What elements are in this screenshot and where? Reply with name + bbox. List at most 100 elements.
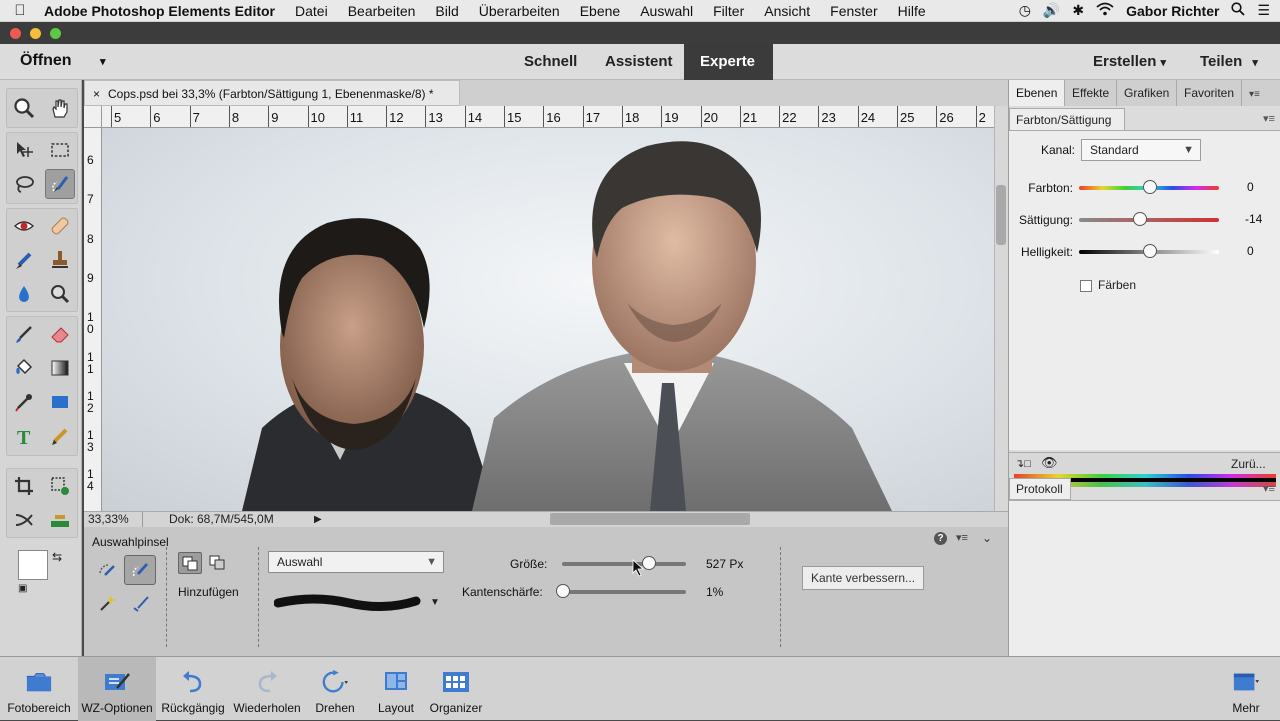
refine-selection-brush-icon[interactable] [126, 589, 156, 617]
vertical-scrollbar[interactable] [994, 106, 1008, 511]
straighten-tool-icon[interactable] [45, 505, 75, 535]
reset-button[interactable]: Zurü... [1231, 457, 1266, 471]
crop-tool-icon[interactable] [9, 471, 39, 501]
menu-ansicht[interactable]: Ansicht [754, 3, 820, 19]
swap-colors-icon[interactable]: ⇆ [52, 550, 62, 564]
rotate-button[interactable]: Drehen [306, 657, 364, 721]
share-button[interactable]: Teilen ▾ [1200, 53, 1258, 70]
shape-tool-icon[interactable] [45, 387, 75, 417]
history-menu-icon[interactable]: ▾≡ [1263, 482, 1275, 495]
content-aware-move-icon[interactable] [9, 505, 39, 535]
type-tool-icon[interactable]: T [9, 421, 39, 451]
clone-stamp-icon[interactable] [45, 245, 75, 275]
tab-schnell[interactable]: Schnell [508, 44, 593, 80]
selection-brush-icon[interactable] [45, 169, 75, 199]
zoom-window-icon[interactable] [50, 28, 61, 39]
layout-button[interactable]: Layout [370, 657, 422, 721]
tab-layers[interactable]: Ebenen [1009, 80, 1066, 106]
hardness-slider-track[interactable] [562, 590, 686, 594]
tab-graphics[interactable]: Grafiken [1117, 80, 1178, 106]
foreground-color-swatch[interactable] [18, 550, 48, 580]
brush-preset-picker[interactable] [273, 593, 424, 613]
photo-bin-button[interactable]: Fotobereich [4, 657, 74, 721]
paint-bucket-icon[interactable] [9, 353, 39, 383]
hand-tool-icon[interactable] [45, 93, 75, 123]
wifi-icon[interactable] [1096, 2, 1114, 19]
zoom-tool-icon[interactable] [9, 93, 39, 123]
refine-edge-button[interactable]: Kante verbessern... [802, 566, 924, 590]
brush-tool-icon[interactable] [9, 319, 39, 349]
tab-favorites[interactable]: Favoriten [1177, 80, 1243, 106]
user-name[interactable]: Gabor Richter [1126, 3, 1219, 19]
saturation-slider-track[interactable] [1079, 218, 1219, 222]
hardness-value[interactable]: 1% [706, 585, 723, 599]
clip-to-layer-icon[interactable]: ↴□ [1015, 457, 1031, 470]
colorize-checkbox[interactable] [1080, 280, 1092, 292]
menu-fenster[interactable]: Fenster [820, 3, 887, 19]
volume-icon[interactable]: 🔊 [1043, 2, 1060, 19]
size-slider-track[interactable] [562, 562, 686, 566]
status-menu-arrow-icon[interactable]: ▶ [314, 512, 322, 527]
document-tab[interactable]: × Cops.psd bei 33,3% (Farbton/Sättigung 1… [84, 80, 460, 106]
sponge-tool-icon[interactable] [45, 279, 75, 309]
zoom-level[interactable]: 33,33% [88, 512, 129, 527]
spot-healing-icon[interactable] [45, 211, 75, 241]
selection-brush-option-icon[interactable] [124, 555, 156, 585]
pencil-tool-icon[interactable] [45, 421, 75, 451]
hue-value[interactable]: 0 [1247, 180, 1254, 194]
tab-assistent[interactable]: Assistent [589, 44, 689, 80]
tab-hue-saturation[interactable]: Farbton/Sättigung [1009, 108, 1125, 130]
collapse-chevron-icon[interactable]: ⌄ [982, 531, 992, 545]
minimize-window-icon[interactable] [30, 28, 41, 39]
saturation-slider-knob[interactable] [1133, 212, 1147, 226]
horizontal-scroll-thumb[interactable] [550, 513, 750, 525]
options-menu-icon[interactable]: ▾≡ [956, 531, 968, 544]
red-eye-tool-icon[interactable] [9, 211, 39, 241]
menu-app-name[interactable]: Adobe Photoshop Elements Editor [40, 3, 285, 19]
menu-ebene[interactable]: Ebene [570, 3, 630, 19]
saturation-value[interactable]: -14 [1245, 212, 1262, 226]
selection-mode-dropdown[interactable]: Auswahl ▼ [268, 551, 444, 573]
move-tool-icon[interactable] [9, 135, 39, 165]
redo-button[interactable]: Wiederholen [230, 657, 304, 721]
menu-datei[interactable]: Datei [285, 3, 338, 19]
close-window-icon[interactable] [10, 28, 21, 39]
menu-ueberarbeiten[interactable]: Überarbeiten [469, 3, 570, 19]
gradient-tool-icon[interactable] [45, 353, 75, 383]
hue-slider-knob[interactable] [1143, 180, 1157, 194]
help-icon[interactable]: ? [934, 532, 947, 545]
apple-icon[interactable]:  [0, 2, 40, 19]
menu-bild[interactable]: Bild [425, 3, 468, 19]
hardness-slider-knob[interactable] [556, 584, 571, 598]
subtract-from-selection-icon[interactable] [206, 552, 230, 574]
menu-bearbeiten[interactable]: Bearbeiten [338, 3, 426, 19]
tab-history[interactable]: Protokoll [1009, 478, 1071, 500]
lasso-tool-icon[interactable] [9, 169, 39, 199]
visibility-eye-icon[interactable]: 👁 [1041, 455, 1058, 471]
default-colors-icon[interactable]: ▣ [18, 583, 27, 594]
adjustment-menu-icon[interactable]: ▾≡ [1263, 112, 1275, 125]
magic-wand-icon[interactable] [92, 589, 122, 617]
eraser-tool-icon[interactable] [45, 319, 75, 349]
create-button[interactable]: Erstellen ▾ [1093, 53, 1166, 70]
open-button[interactable]: Öffnen ▾ [20, 52, 106, 70]
tool-options-button[interactable]: WZ-Optionen [78, 657, 156, 721]
image-canvas[interactable] [102, 128, 994, 511]
add-to-selection-icon[interactable] [178, 552, 202, 574]
quick-selection-icon[interactable] [92, 557, 122, 585]
notification-center-icon[interactable]: ☰ [1257, 2, 1270, 19]
tab-experte[interactable]: Experte [684, 44, 773, 80]
blur-tool-icon[interactable] [9, 279, 39, 309]
more-button[interactable]: Mehr [1220, 657, 1272, 721]
channel-dropdown[interactable]: Standard ▼ [1081, 139, 1201, 161]
close-document-icon[interactable]: × [93, 87, 100, 101]
bluetooth-icon[interactable]: ✱ [1072, 2, 1084, 19]
smart-brush-icon[interactable] [9, 245, 39, 275]
undo-button[interactable]: Rückgängig [158, 657, 228, 721]
eyedropper-icon[interactable] [9, 387, 39, 417]
lightness-value[interactable]: 0 [1247, 244, 1254, 258]
rectangle-marquee-icon[interactable] [45, 135, 75, 165]
menu-hilfe[interactable]: Hilfe [888, 3, 936, 19]
menu-auswahl[interactable]: Auswahl [630, 3, 703, 19]
size-value[interactable]: 527 Px [706, 557, 743, 571]
